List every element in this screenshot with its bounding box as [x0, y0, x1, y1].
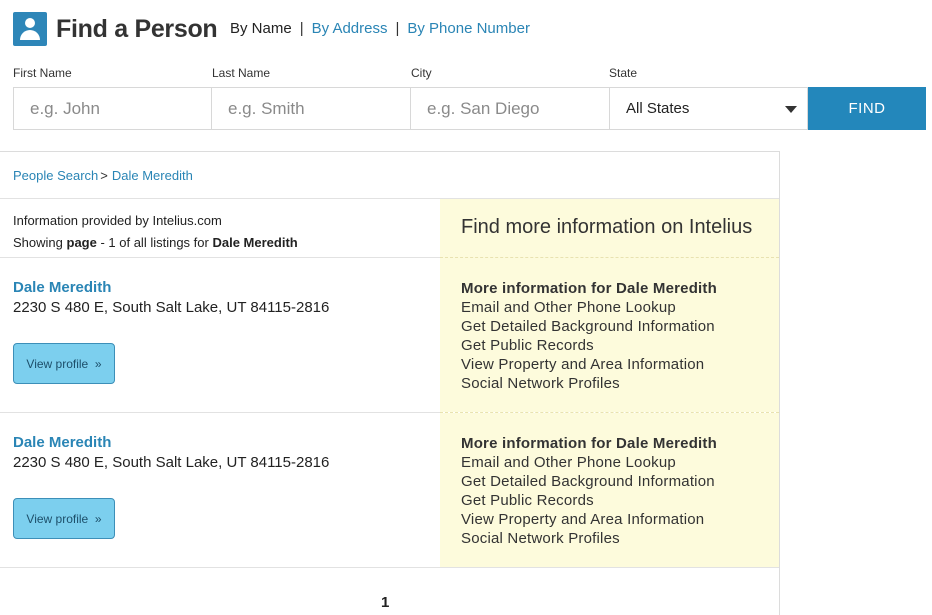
divider — [0, 567, 779, 568]
more-info-title: More information for Dale Meredith — [461, 435, 717, 452]
more-info-item[interactable]: Email and Other Phone Lookup — [461, 453, 717, 472]
nav-separator: | — [395, 20, 400, 37]
app-header: Find a Person — [13, 12, 218, 46]
more-info-item[interactable]: Social Network Profiles — [461, 529, 717, 548]
more-info-item[interactable]: View Property and Area Information — [461, 510, 717, 529]
chevron-down-icon — [785, 106, 797, 113]
state-select-value: All States — [626, 100, 690, 117]
pagination-page-1[interactable]: 1 — [381, 594, 389, 611]
state-label: State — [609, 66, 638, 80]
last-name-label: Last Name — [212, 66, 271, 80]
results-info: Information provided by Intelius.com Sho… — [13, 210, 298, 254]
more-info-item[interactable]: Get Public Records — [461, 491, 717, 510]
showing-text: Showing page - 1 of all listings for Dal… — [13, 235, 298, 250]
last-name-field-wrap — [211, 87, 411, 130]
find-button[interactable]: FIND — [808, 87, 926, 130]
breadcrumb-arrow: > — [100, 168, 108, 183]
nav-separator: | — [299, 20, 304, 37]
provided-by-text: Information provided by Intelius.com — [13, 213, 222, 228]
more-info-item[interactable]: Social Network Profiles — [461, 374, 717, 393]
promo-divider — [440, 412, 779, 413]
state-select[interactable]: All States — [609, 87, 808, 130]
more-info-item[interactable]: View Property and Area Information — [461, 355, 717, 374]
result-address: 2230 S 480 E, South Salt Lake, UT 84115-… — [13, 454, 330, 471]
breadcrumb-people-search[interactable]: People Search — [13, 168, 98, 183]
city-field[interactable] — [411, 88, 609, 129]
search-type-nav: By Name | By Address | By Phone Number — [230, 20, 530, 37]
result-name-link[interactable]: Dale Meredith — [13, 434, 111, 451]
promo-title: Find more information on Intelius — [461, 216, 753, 238]
page-title: Find a Person — [56, 14, 218, 43]
results-panel: People Search > Dale Meredith Information … — [0, 151, 780, 615]
view-profile-button[interactable]: View profile » — [13, 343, 115, 384]
nav-by-address[interactable]: By Address — [312, 20, 388, 37]
breadcrumb-current[interactable]: Dale Meredith — [112, 168, 193, 183]
more-info-list: More information for Dale Meredith Email… — [461, 434, 717, 548]
more-info-item[interactable]: Email and Other Phone Lookup — [461, 298, 717, 317]
city-field-wrap — [410, 87, 610, 130]
more-info-title: More information for Dale Meredith — [461, 280, 717, 297]
promo-divider — [440, 257, 779, 258]
city-label: City — [411, 66, 432, 80]
view-profile-button[interactable]: View profile » — [13, 498, 115, 539]
divider — [0, 257, 440, 258]
result-name-link[interactable]: Dale Meredith — [13, 279, 111, 296]
last-name-field[interactable] — [212, 88, 410, 129]
more-info-list: More information for Dale Meredith Email… — [461, 279, 717, 393]
more-info-item[interactable]: Get Public Records — [461, 336, 717, 355]
first-name-field-wrap — [13, 87, 212, 130]
nav-by-phone[interactable]: By Phone Number — [407, 20, 530, 37]
divider — [0, 412, 440, 413]
more-info-item[interactable]: Get Detailed Background Information — [461, 472, 717, 491]
nav-by-name[interactable]: By Name — [230, 20, 292, 37]
first-name-label: First Name — [13, 66, 72, 80]
more-info-item[interactable]: Get Detailed Background Information — [461, 317, 717, 336]
first-name-field[interactable] — [14, 88, 211, 129]
result-address: 2230 S 480 E, South Salt Lake, UT 84115-… — [13, 299, 330, 316]
person-icon — [13, 12, 47, 46]
breadcrumb: People Search > Dale Meredith — [13, 168, 193, 183]
